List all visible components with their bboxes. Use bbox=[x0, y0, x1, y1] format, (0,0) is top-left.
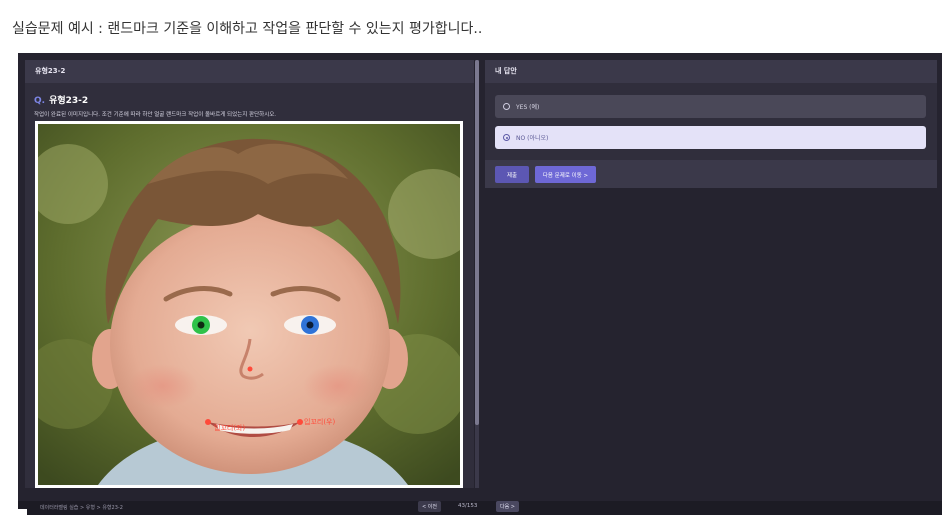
answer-actions: 제출 다음 문제로 이동 > bbox=[485, 160, 937, 188]
radio-checked-icon[interactable] bbox=[503, 134, 510, 141]
page-indicator: 43/153 bbox=[458, 503, 478, 509]
page-caption: 실습문제 예시 : 랜드마크 기준을 이해하고 작업을 판단할 수 있는지 평가… bbox=[12, 21, 483, 37]
breadcrumb: 데이터라벨링 실습 > 유형 > 유형23-2 bbox=[40, 505, 123, 511]
bottom-navigation-bar: 데이터라벨링 실습 > 유형 > 유형23-2 < 이전 43/153 다음 > bbox=[18, 501, 942, 515]
option-yes-label: YES (예) bbox=[516, 104, 540, 111]
option-no-label: NO (아니오) bbox=[516, 135, 549, 142]
scrollbar-thumb[interactable] bbox=[475, 60, 479, 425]
option-yes[interactable]: YES (예) bbox=[495, 95, 926, 118]
question-scrollbar[interactable] bbox=[475, 60, 479, 488]
question-description: 작업이 완료된 이미지입니다. 조건 기준에 따라 하안 얼굴 랜드마크 작업이… bbox=[34, 112, 277, 118]
submit-button[interactable]: 제출 bbox=[495, 166, 529, 183]
question-panel: 유형23-2 Q. 유형23-2 작업이 완료된 이미지입니다. 조건 기준에 따… bbox=[25, 60, 474, 488]
prev-button[interactable]: < 이전 bbox=[418, 501, 441, 512]
question-panel-header: 유형23-2 bbox=[25, 60, 474, 83]
child-face-illustration: 입꼬리(좌) 입꼬리(우) bbox=[38, 124, 460, 485]
next-question-button[interactable]: 다음 문제로 이동 > bbox=[535, 166, 596, 183]
next-button[interactable]: 다음 > bbox=[496, 501, 519, 512]
mouth-right-label: 입꼬리(우) bbox=[304, 417, 335, 426]
mouth-left-landmark bbox=[205, 419, 211, 425]
radio-unchecked-icon[interactable] bbox=[503, 103, 510, 110]
answer-panel: 내 답안 YES (예) NO (아니오) 제출 다음 문제로 이동 > bbox=[485, 60, 937, 188]
mouth-left-label: 입꼬리(좌) bbox=[214, 423, 245, 432]
answer-panel-header: 내 답안 bbox=[485, 60, 937, 83]
question-mark-icon: Q. bbox=[34, 96, 46, 106]
question-title: Q. 유형23-2 bbox=[34, 93, 88, 106]
bottom-marker bbox=[18, 509, 27, 515]
mouth-right-landmark bbox=[297, 419, 303, 425]
task-image: 입꼬리(좌) 입꼬리(우) bbox=[35, 121, 463, 488]
question-title-text: 유형23-2 bbox=[49, 96, 89, 106]
app-screenshot: 유형23-2 Q. 유형23-2 작업이 완료된 이미지입니다. 조건 기준에 따… bbox=[18, 53, 942, 515]
option-no[interactable]: NO (아니오) bbox=[495, 126, 926, 149]
